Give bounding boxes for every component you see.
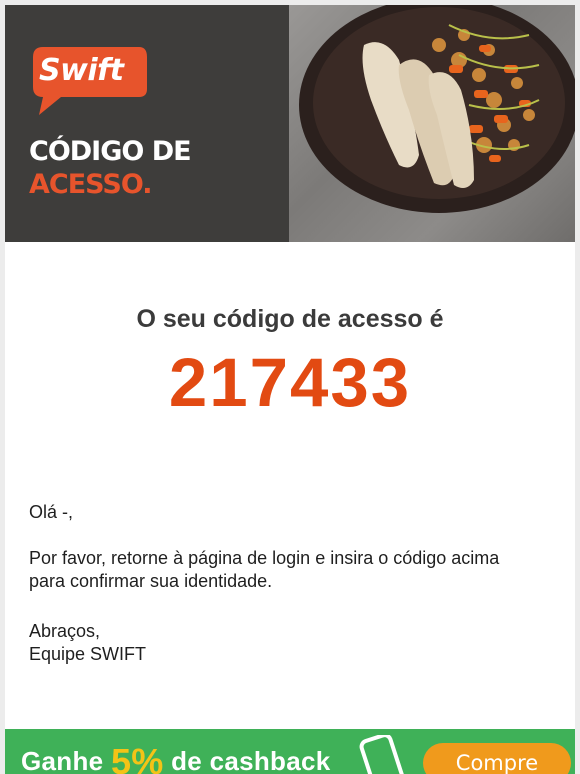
cashback-percent: 5% bbox=[110, 741, 164, 774]
team-signature: Equipe SWIFT bbox=[29, 644, 147, 664]
cashback-banner[interactable]: Ganhe 5% de cashback Compre Agora bbox=[5, 729, 575, 774]
food-photo bbox=[289, 5, 575, 242]
logo-text: Swift bbox=[39, 53, 124, 88]
signoff: Abraços, bbox=[29, 621, 101, 641]
hero-banner: Swift CÓDIGO DE ACESSO. bbox=[5, 5, 575, 242]
instructions-paragraph: Por favor, retorne à página de login e i… bbox=[29, 548, 500, 591]
greeting: Olá -, bbox=[29, 502, 74, 522]
hero-title-line2: ACESSO. bbox=[29, 169, 152, 200]
swift-logo: Swift bbox=[27, 41, 151, 119]
compre-agora-button[interactable]: Compre Agora bbox=[423, 743, 571, 774]
cashback-text: Ganhe 5% de cashback bbox=[21, 737, 331, 774]
phone-icon bbox=[359, 735, 405, 774]
code-intro-text: O seu código de acesso é bbox=[136, 305, 444, 333]
hero-text-panel: Swift CÓDIGO DE ACESSO. bbox=[5, 5, 289, 242]
hero-title: CÓDIGO DE ACESSO. bbox=[29, 135, 192, 201]
fish-dish-image bbox=[299, 5, 575, 213]
hero-title-line1: CÓDIGO DE bbox=[29, 136, 192, 167]
cashback-text-before: Ganhe bbox=[21, 746, 111, 774]
cashback-text-after: de cashback bbox=[163, 746, 331, 774]
access-code: 217433 bbox=[168, 344, 412, 421]
